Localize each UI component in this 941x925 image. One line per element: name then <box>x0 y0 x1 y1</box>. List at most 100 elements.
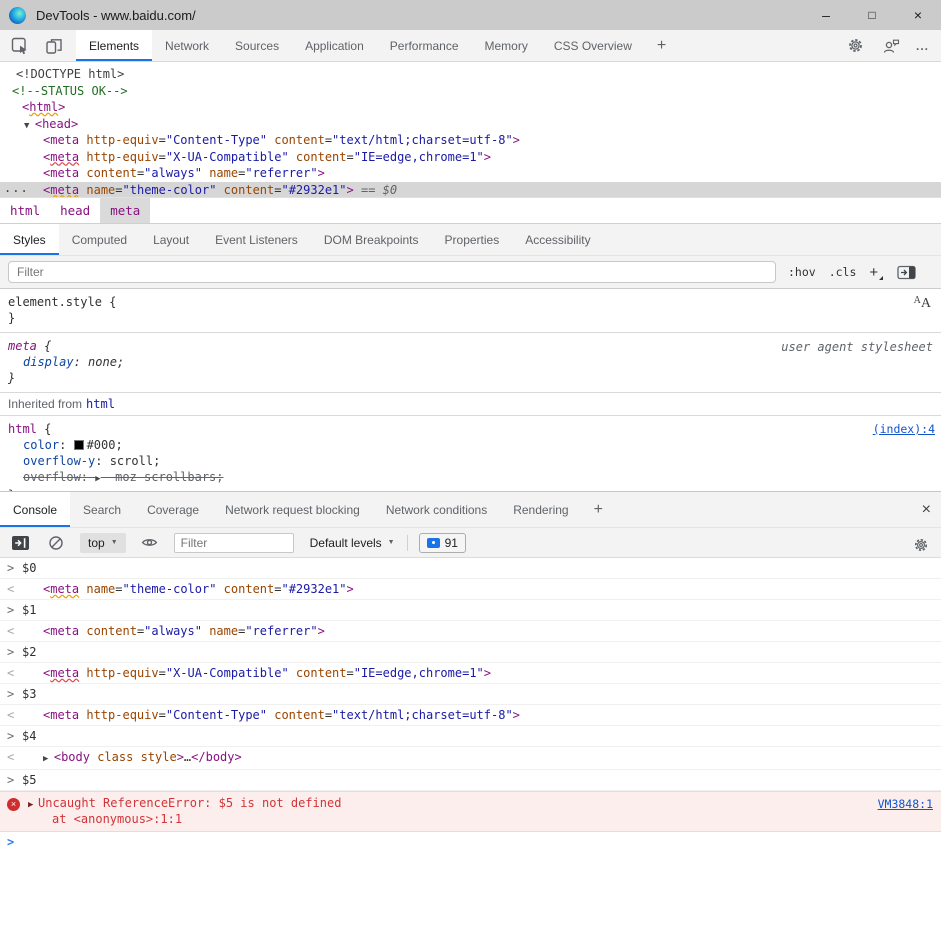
maximize-button[interactable]: □ <box>849 0 895 30</box>
new-style-rule-button[interactable]: + <box>869 264 883 281</box>
main-panel-tabs: Elements Network Sources Application Per… <box>76 30 678 61</box>
stylesheet-source-link[interactable]: (index):4 <box>873 422 935 436</box>
console-filter-input[interactable] <box>174 533 294 553</box>
error-source-link[interactable]: VM3848:1 <box>878 796 933 812</box>
error-stack-line: at <anonymous>:1:1 <box>0 811 941 827</box>
input-chevron-icon: > <box>7 558 14 578</box>
css-declaration-line[interactable]: display: none; <box>0 354 941 370</box>
dom-tree-node[interactable]: <meta http-equiv="X-UA-Compatible" conte… <box>0 149 941 166</box>
console-input-row[interactable]: >$4 <box>0 726 941 747</box>
more-options-button[interactable]: ... <box>916 39 929 53</box>
console-result-row[interactable]: <▶ <body class style>…</body> <box>0 747 941 770</box>
tab-layout[interactable]: Layout <box>140 224 202 255</box>
css-declaration-line[interactable]: overflow: ▶ -moz-scrollbars; <box>0 469 941 487</box>
css-declaration-line[interactable]: overflow-y: scroll; <box>0 453 941 469</box>
add-panel-button[interactable]: + <box>645 30 678 61</box>
console-result-row[interactable]: <<meta http-equiv="X-UA-Compatible" cont… <box>0 663 941 684</box>
tab-network[interactable]: Network <box>152 30 222 61</box>
console-input-row[interactable]: >$2 <box>0 642 941 663</box>
close-drawer-button[interactable]: × <box>922 492 931 528</box>
breadcrumb-meta[interactable]: meta <box>100 198 150 223</box>
breadcrumb-head[interactable]: head <box>50 198 100 223</box>
console-input-row[interactable]: >$1 <box>0 600 941 621</box>
dom-tree-node[interactable]: <!DOCTYPE html> <box>0 66 941 83</box>
computed-sidebar-toggle-button[interactable] <box>896 262 916 282</box>
device-toolbar-button[interactable] <box>44 36 64 56</box>
clear-console-button[interactable] <box>46 533 66 553</box>
tab-memory[interactable]: Memory <box>472 30 541 61</box>
console-sidebar-toggle-button[interactable] <box>10 533 30 553</box>
css-declaration-line[interactable]: } <box>0 310 941 326</box>
tab-css-overview[interactable]: CSS Overview <box>541 30 645 61</box>
tab-styles[interactable]: Styles <box>0 224 59 255</box>
dom-tree-node[interactable]: ▼ <head> <box>0 116 941 133</box>
font-editor-icon[interactable]: AA <box>914 295 931 312</box>
css-declaration-line[interactable]: html { <box>0 421 941 437</box>
issues-counter[interactable]: 91 <box>419 533 466 553</box>
tab-coverage[interactable]: Coverage <box>134 492 212 527</box>
tab-performance[interactable]: Performance <box>377 30 472 61</box>
console-input-row[interactable]: >$5 <box>0 770 941 791</box>
tab-properties[interactable]: Properties <box>432 224 513 255</box>
console-result-row[interactable]: <<meta content="always" name="referrer"> <box>0 621 941 642</box>
dom-tree-node[interactable]: <meta content="always" name="referrer"> <box>0 165 941 182</box>
dom-tree-node[interactable]: <!--STATUS OK--> <box>0 83 941 100</box>
tab-sources[interactable]: Sources <box>222 30 292 61</box>
element-classes-button[interactable]: .cls <box>829 265 857 279</box>
tab-network-request-blocking[interactable]: Network request blocking <box>212 492 373 527</box>
javascript-context-selector[interactable]: top▼ <box>80 533 126 553</box>
expand-triangle-icon[interactable]: ▶ <box>28 797 33 813</box>
console-settings-button[interactable] <box>911 535 931 555</box>
dom-tree-node[interactable]: <meta http-equiv="Content-Type" content=… <box>0 132 941 149</box>
tab-event-listeners[interactable]: Event Listeners <box>202 224 311 255</box>
tab-rendering[interactable]: Rendering <box>500 492 581 527</box>
tab-search[interactable]: Search <box>70 492 134 527</box>
breadcrumb: html head meta <box>0 197 941 224</box>
inherited-node-link[interactable]: html <box>86 397 115 411</box>
console-error-message[interactable]: ×▶Uncaught ReferenceError: $5 is not def… <box>0 791 941 832</box>
tab-application[interactable]: Application <box>292 30 377 61</box>
tab-computed[interactable]: Computed <box>59 224 140 255</box>
node-menu-dots[interactable]: ... <box>4 180 29 197</box>
issues-count: 91 <box>445 536 458 550</box>
style-rule-html[interactable]: (index):4 html {color: #000;overflow-y: … <box>0 416 941 491</box>
dom-tree-node-selected[interactable]: ...<meta name="theme-color" content="#29… <box>0 182 941 198</box>
tab-dom-breakpoints[interactable]: DOM Breakpoints <box>311 224 432 255</box>
close-button[interactable]: × <box>895 0 941 30</box>
css-declaration-line[interactable]: element.style { <box>0 294 941 310</box>
console-sidebar-icon <box>12 536 29 550</box>
dom-tree-node[interactable]: <html> <box>0 99 941 116</box>
style-rule-user-agent-meta[interactable]: user agent stylesheet meta {display: non… <box>0 333 941 393</box>
add-drawer-tab-button[interactable]: + <box>582 492 615 527</box>
person-feedback-icon <box>882 37 900 55</box>
styles-filter-input[interactable] <box>8 261 776 283</box>
settings-button[interactable] <box>846 36 866 56</box>
css-declaration-line[interactable]: } <box>0 487 941 491</box>
minimize-button[interactable]: – <box>803 0 849 30</box>
tab-elements[interactable]: Elements <box>76 30 152 61</box>
create-live-expression-button[interactable] <box>140 533 160 553</box>
tab-console[interactable]: Console <box>0 492 70 527</box>
style-rule-element-style[interactable]: element.style {} AA <box>0 289 941 333</box>
feedback-button[interactable] <box>881 36 901 56</box>
toggle-element-state-button[interactable]: :hov <box>788 265 816 279</box>
tab-network-conditions[interactable]: Network conditions <box>373 492 500 527</box>
color-swatch <box>74 440 84 450</box>
breadcrumb-html[interactable]: html <box>0 198 50 223</box>
tab-accessibility[interactable]: Accessibility <box>512 224 603 255</box>
console-input-row[interactable]: >$3 <box>0 684 941 705</box>
console-result-row[interactable]: <<meta http-equiv="Content-Type" content… <box>0 705 941 726</box>
inspect-element-button[interactable] <box>10 36 30 56</box>
sidebar-panel-icon <box>897 265 916 280</box>
log-levels-dropdown[interactable]: Default levels▼ <box>310 536 395 550</box>
issues-bubble-icon <box>427 538 440 548</box>
console-prompt[interactable]: > <box>0 832 941 856</box>
dom-tree: <!DOCTYPE html><!--STATUS OK--><html>▼ <… <box>0 62 941 197</box>
console-input-row[interactable]: >$0 <box>0 558 941 579</box>
css-declaration-line[interactable]: } <box>0 370 941 386</box>
devtools-toolbar: Elements Network Sources Application Per… <box>0 30 941 62</box>
console-result-row[interactable]: <<meta name="theme-color" content="#2932… <box>0 579 941 600</box>
input-chevron-icon: > <box>7 684 14 704</box>
output-chevron-icon: < <box>7 663 14 683</box>
css-declaration-line[interactable]: color: #000; <box>0 437 941 453</box>
